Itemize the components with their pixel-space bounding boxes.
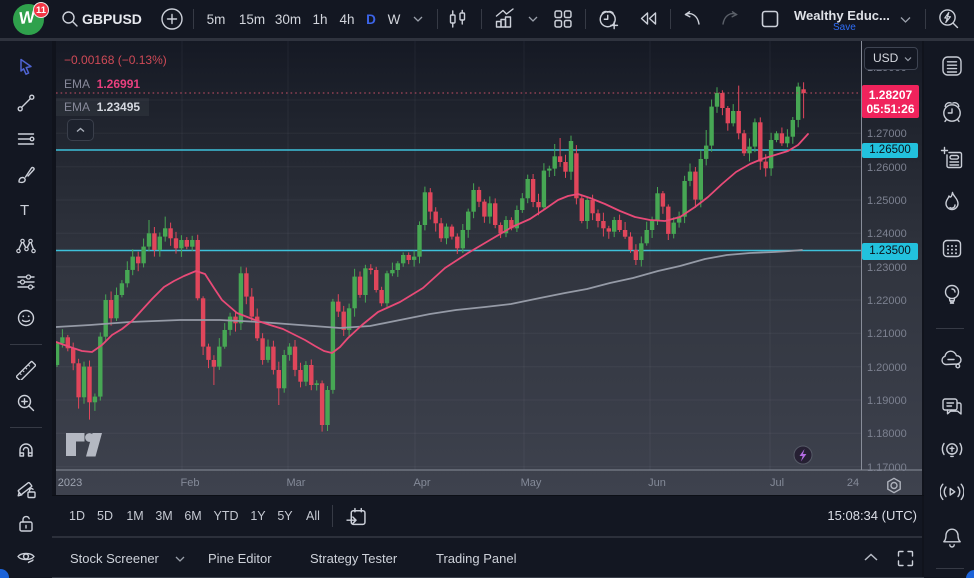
svg-text:Feb: Feb [181, 477, 200, 489]
svg-text:1.24000: 1.24000 [867, 228, 907, 240]
svg-text:2023: 2023 [58, 477, 82, 489]
svg-text:1.25000: 1.25000 [867, 195, 907, 207]
svg-text:1.20000: 1.20000 [867, 362, 907, 374]
svg-text:24: 24 [847, 477, 859, 489]
svg-text:1.27000: 1.27000 [867, 128, 907, 140]
svg-text:Apr: Apr [413, 477, 430, 489]
svg-text:May: May [521, 477, 542, 489]
svg-text:Mar: Mar [287, 477, 306, 489]
svg-text:Jun: Jun [648, 477, 666, 489]
svg-text:1.21000: 1.21000 [867, 328, 907, 340]
svg-text:1.19000: 1.19000 [867, 395, 907, 407]
svg-text:1.17000: 1.17000 [867, 462, 907, 474]
svg-text:Jul: Jul [770, 477, 784, 489]
svg-text:1.26000: 1.26000 [867, 162, 907, 174]
svg-text:1.18000: 1.18000 [867, 428, 907, 440]
svg-text:1.23000: 1.23000 [867, 262, 907, 274]
svg-text:1.22000: 1.22000 [867, 295, 907, 307]
